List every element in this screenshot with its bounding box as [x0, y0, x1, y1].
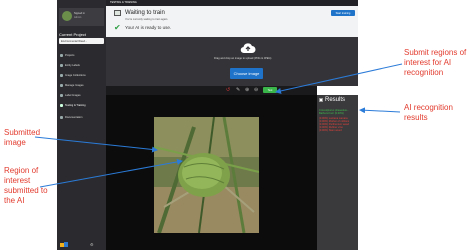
annotation-submitted-image: Submitted image	[4, 128, 41, 147]
annotation-submit-regions: Submit regions of interest for AI recogn…	[404, 48, 467, 77]
annotation-arrows	[34, 63, 403, 188]
annotation-region-interest: Region of interest submitted to the AI	[4, 166, 48, 205]
annotation-ai-results: AI recognition results	[404, 103, 453, 122]
